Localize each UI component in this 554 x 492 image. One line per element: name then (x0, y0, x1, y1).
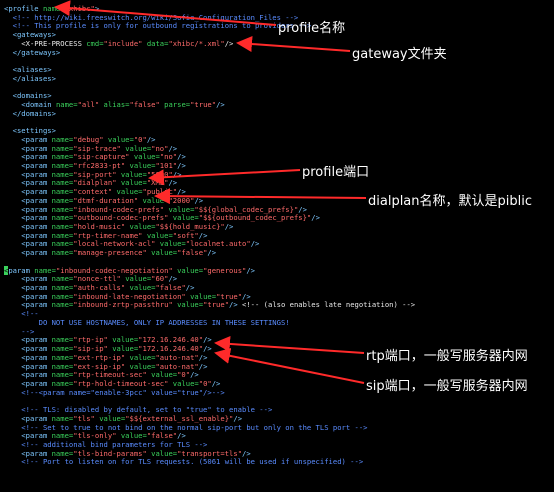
annotation-dialplan-name: dialplan名称，默认是piblic (368, 194, 532, 209)
arrow-rtp-port (214, 335, 365, 354)
annotation-gateway-folder: gateway文件夹 (352, 47, 447, 62)
arrow-gateway-folder (236, 36, 351, 52)
annotation-profile-name: profile名称 (278, 21, 346, 36)
annotation-profile-port: profile端口 (302, 165, 370, 180)
annotation-rtp-port: rtp端口，一般写服务器内网 (366, 349, 528, 364)
arrow-profile-name (54, 0, 277, 26)
arrow-profile-port (148, 169, 301, 186)
arrow-sip-port (214, 347, 365, 384)
annotation-arrows (54, 0, 367, 384)
annotation-sip-port: sip端口，一般写服务器内网 (366, 379, 528, 394)
arrow-dialplan-name (154, 188, 367, 205)
